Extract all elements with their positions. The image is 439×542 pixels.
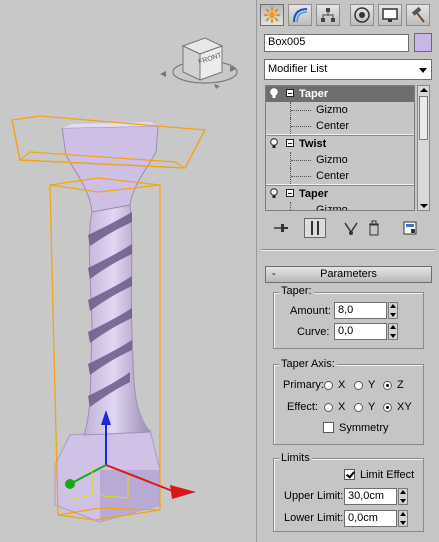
command-panel: Box005 Modifier List Taper Gizmo Center … (257, 0, 439, 542)
parameters-rollout-header[interactable]: - Parameters (265, 266, 432, 283)
stack-item-label: Taper (299, 188, 329, 200)
primary-x-label: X (338, 379, 346, 391)
stack-item-label: Gizmo (316, 104, 348, 116)
sun-icon (264, 7, 280, 23)
effect-x-label: X (338, 401, 346, 413)
object-color-swatch[interactable] (414, 33, 432, 52)
modifier-list-label: Modifier List (268, 63, 328, 75)
effect-xy-radio[interactable] (383, 403, 392, 412)
scroll-down-icon[interactable] (420, 204, 428, 208)
collapse-icon[interactable] (286, 139, 294, 147)
taper-group-title: Taper: (279, 285, 314, 297)
remove-modifier-button[interactable] (363, 218, 385, 238)
effect-x-radio[interactable] (324, 403, 333, 412)
configure-modifier-sets-button[interactable] (399, 218, 421, 238)
tab-hierarchy[interactable] (316, 4, 340, 26)
tab-display[interactable] (378, 4, 402, 26)
object-name-field[interactable]: Box005 (264, 34, 409, 52)
symmetry-label: Symmetry (339, 422, 389, 434)
viewcube-icon[interactable]: FRONT (160, 37, 238, 89)
stack-item-twist[interactable]: Twist (266, 136, 414, 152)
primary-x-radio[interactable] (324, 381, 333, 390)
amount-input[interactable]: 8,0 (334, 302, 387, 319)
rollout-title: Parameters (320, 268, 377, 280)
hierarchy-icon (321, 8, 335, 22)
lightbulb-icon[interactable] (270, 188, 278, 199)
display-monitor-icon (382, 8, 398, 22)
stack-item-label: Center (316, 170, 350, 182)
stack-item-taper[interactable]: Taper (266, 186, 414, 202)
stack-item-label: Twist (299, 138, 327, 150)
panel-divider (261, 249, 435, 251)
viewport-scene: FRONT (11, 37, 238, 523)
lower-limit-input[interactable]: 0,0cm (344, 510, 397, 527)
effect-y-label: Y (368, 401, 376, 413)
modify-arc-icon (293, 8, 308, 23)
limit-effect-checkbox[interactable] (344, 469, 355, 480)
taper-group (273, 292, 424, 349)
tab-create[interactable] (260, 4, 284, 26)
show-end-result-icon (311, 221, 319, 235)
modifier-stack[interactable]: Taper Gizmo Center Twist Gizmo Center Ta… (265, 85, 415, 211)
lightbulb-icon[interactable] (270, 138, 278, 149)
lower-limit-spinner[interactable] (398, 510, 408, 527)
trash-icon (369, 220, 379, 236)
taper-axis-group-title: Taper Axis: (279, 358, 337, 370)
chevron-down-icon (419, 68, 427, 73)
effect-xy-label: XY (397, 401, 412, 413)
stack-subitem-center[interactable]: Center (266, 168, 414, 184)
upper-limit-input[interactable]: 30,0cm (344, 488, 397, 505)
stack-subitem-center[interactable]: Center (266, 118, 414, 134)
primary-z-label: Z (397, 379, 404, 391)
stack-scrollbar[interactable] (417, 85, 430, 211)
symmetry-checkbox[interactable] (323, 422, 334, 433)
stack-item-label: Center (316, 120, 350, 132)
make-unique-icon (344, 222, 358, 235)
tab-utilities[interactable] (406, 4, 430, 26)
amount-label: Amount: (290, 305, 331, 317)
scroll-up-icon[interactable] (420, 88, 428, 92)
primary-y-radio[interactable] (354, 381, 363, 390)
limits-group-title: Limits (279, 452, 312, 464)
primary-z-radio[interactable] (383, 381, 392, 390)
stack-subitem-gizmo[interactable]: Gizmo (266, 152, 414, 168)
amount-spinner[interactable] (388, 302, 398, 319)
pin-stack-button[interactable] (270, 218, 292, 238)
limit-effect-label: Limit Effect (360, 469, 415, 481)
scroll-thumb[interactable] (419, 96, 428, 140)
primary-y-label: Y (368, 379, 376, 391)
pin-icon (274, 224, 288, 232)
tab-motion[interactable] (350, 4, 374, 26)
primary-label: Primary: (283, 379, 324, 391)
upper-limit-label: Upper Limit: (284, 490, 344, 502)
stack-item-label: Gizmo (316, 204, 348, 211)
curve-input[interactable]: 0,0 (334, 323, 387, 340)
lightbulb-icon[interactable] (270, 88, 278, 99)
motion-icon (354, 7, 370, 23)
curve-spinner[interactable] (388, 323, 398, 340)
collapse-icon[interactable] (286, 89, 294, 97)
upper-limit-spinner[interactable] (398, 488, 408, 505)
tab-modify[interactable] (288, 4, 312, 26)
stack-subitem-gizmo[interactable]: Gizmo (266, 102, 414, 118)
make-unique-button[interactable] (340, 218, 362, 238)
collapse-icon[interactable] (286, 189, 294, 197)
stack-item-label: Gizmo (316, 154, 348, 166)
show-end-result-button[interactable] (304, 218, 326, 238)
stack-item-label: Taper (299, 88, 329, 100)
stack-subitem-gizmo[interactable]: Gizmo (266, 202, 414, 211)
rollout-collapse-sign: - (272, 268, 276, 280)
effect-y-radio[interactable] (354, 403, 363, 412)
configure-icon (403, 221, 417, 235)
viewport-perspective[interactable]: FRONT (0, 0, 257, 542)
lower-limit-label: Lower Limit: (284, 512, 344, 524)
hammer-icon (411, 6, 425, 23)
effect-label: Effect: (287, 401, 318, 413)
stack-item-taper[interactable]: Taper (266, 86, 414, 102)
modifier-list-dropdown[interactable]: Modifier List (264, 59, 432, 80)
curve-label: Curve: (297, 326, 330, 338)
